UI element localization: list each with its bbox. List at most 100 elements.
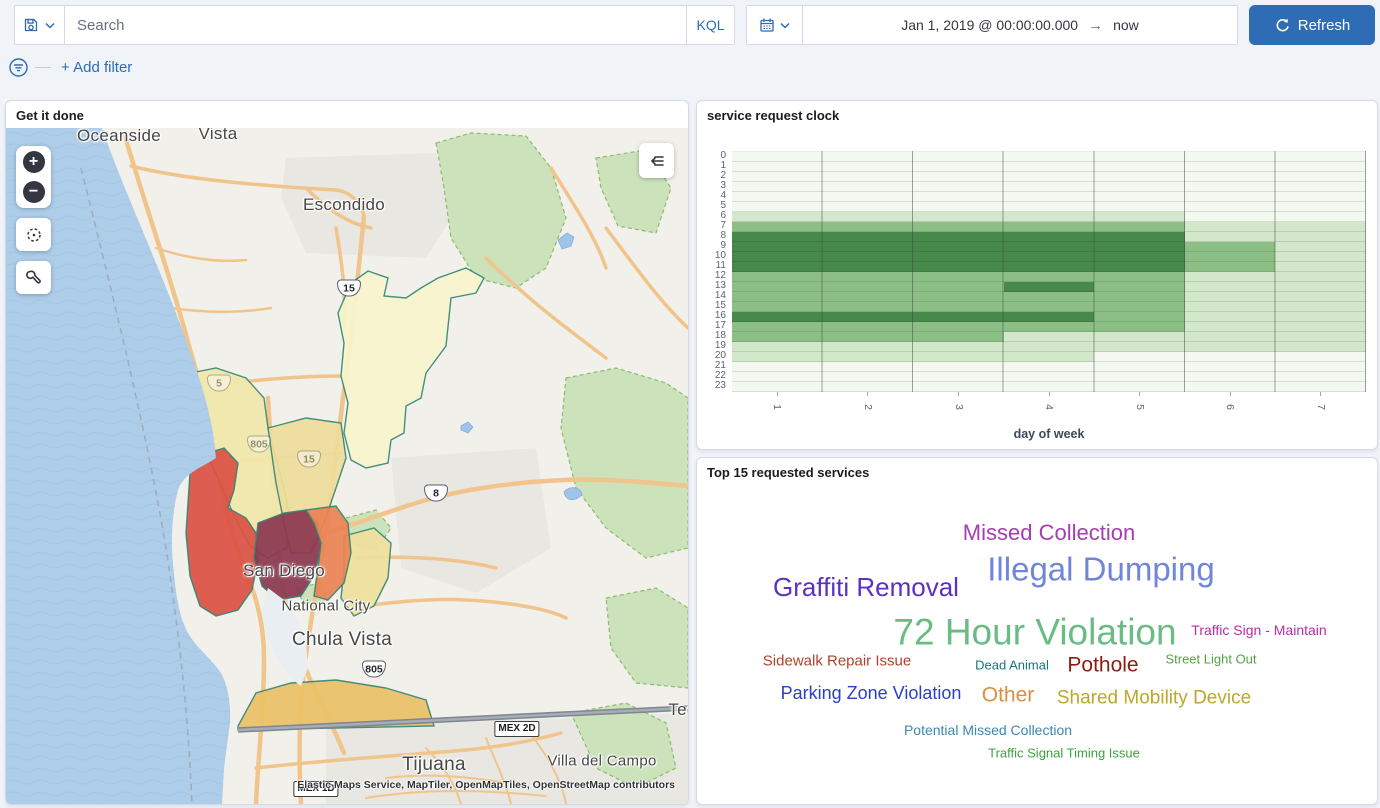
heatmap-cell[interactable] (1004, 322, 1095, 332)
heatmap-cell[interactable] (913, 332, 1004, 342)
heatmap-cell[interactable] (1275, 242, 1366, 252)
tagcloud-tag[interactable]: Shared Mobility Device (1057, 689, 1251, 708)
heatmap-cell[interactable] (732, 242, 823, 252)
heatmap-cell[interactable] (1185, 192, 1276, 202)
heatmap-cell[interactable] (1275, 282, 1366, 292)
filter-icon[interactable] (8, 57, 29, 78)
heatmap-cell[interactable] (823, 222, 914, 232)
heatmap-cell[interactable] (1275, 222, 1366, 232)
heatmap-cell[interactable] (1094, 252, 1185, 262)
heatmap-cell[interactable] (1275, 372, 1366, 382)
heatmap-cell[interactable] (1004, 372, 1095, 382)
heatmap-cell[interactable] (1185, 222, 1276, 232)
heatmap-cell[interactable] (1275, 322, 1366, 332)
heatmap-cell[interactable] (1185, 212, 1276, 222)
heatmap-cell[interactable] (823, 332, 914, 342)
heatmap-cell[interactable] (732, 172, 823, 182)
heatmap-cell[interactable] (1185, 382, 1276, 392)
heatmap-cell[interactable] (1185, 272, 1276, 282)
heatmap-cell[interactable] (1275, 152, 1366, 162)
heatmap-cell[interactable] (913, 232, 1004, 242)
heatmap-cell[interactable] (1004, 312, 1095, 322)
heatmap-cell[interactable] (913, 192, 1004, 202)
heatmap-cell[interactable] (732, 302, 823, 312)
heatmap-cell[interactable] (1004, 362, 1095, 372)
zoom-out-button[interactable]: − (19, 178, 49, 206)
heatmap-cell[interactable] (1185, 242, 1276, 252)
heatmap-cell[interactable] (1275, 342, 1366, 352)
heatmap-cell[interactable] (1094, 242, 1185, 252)
heatmap-cell[interactable] (913, 352, 1004, 362)
heatmap-cell[interactable] (823, 382, 914, 392)
heatmap-cell[interactable] (913, 362, 1004, 372)
heatmap-cell[interactable] (1275, 192, 1366, 202)
heatmap-cell[interactable] (1094, 182, 1185, 192)
tagcloud-tag[interactable]: Traffic Sign - Maintain (1191, 623, 1326, 637)
heatmap-cell[interactable] (1004, 352, 1095, 362)
heatmap-cell[interactable] (1185, 322, 1276, 332)
heatmap-cell[interactable] (913, 182, 1004, 192)
heatmap-cell[interactable] (1275, 332, 1366, 342)
heatmap-cell[interactable] (1004, 282, 1095, 292)
heatmap-cell[interactable] (913, 222, 1004, 232)
heatmap-cell[interactable] (1094, 342, 1185, 352)
heatmap-cell[interactable] (1094, 302, 1185, 312)
heatmap-cell[interactable] (823, 342, 914, 352)
heatmap-cell[interactable] (823, 362, 914, 372)
heatmap-cell[interactable] (732, 312, 823, 322)
heatmap-cell[interactable] (913, 252, 1004, 262)
heatmap-cell[interactable] (1185, 162, 1276, 172)
heatmap-cell[interactable] (732, 272, 823, 282)
heatmap-cell[interactable] (913, 322, 1004, 332)
heatmap-cell[interactable] (1094, 172, 1185, 182)
heatmap-cell[interactable] (1185, 152, 1276, 162)
heatmap-cell[interactable] (1094, 382, 1185, 392)
heatmap-cell[interactable] (823, 272, 914, 282)
heatmap-cell[interactable] (732, 332, 823, 342)
tagcloud-tag[interactable]: Sidewalk Repair Issue (763, 654, 911, 669)
heatmap-cell[interactable] (913, 242, 1004, 252)
heatmap-cell[interactable] (1275, 352, 1366, 362)
heatmap-cell[interactable] (913, 312, 1004, 322)
heatmap-cell[interactable] (1004, 382, 1095, 392)
heatmap-cell[interactable] (1275, 172, 1366, 182)
tagcloud-tag[interactable]: Dead Animal (975, 659, 1049, 672)
heatmap-cell[interactable] (1185, 252, 1276, 262)
heatmap-cell[interactable] (1185, 352, 1276, 362)
heatmap-cell[interactable] (1275, 212, 1366, 222)
heatmap-cell[interactable] (732, 322, 823, 332)
heatmap-cell[interactable] (732, 342, 823, 352)
heatmap-cell[interactable] (823, 212, 914, 222)
heatmap-cell[interactable] (1275, 362, 1366, 372)
tagcloud-tag[interactable]: Graffiti Removal (773, 574, 959, 600)
heatmap-cell[interactable] (823, 352, 914, 362)
heatmap-cell[interactable] (1004, 262, 1095, 272)
heatmap-cell[interactable] (732, 362, 823, 372)
heatmap-cell[interactable] (1004, 252, 1095, 262)
heatmap-cell[interactable] (1004, 302, 1095, 312)
heatmap-cell[interactable] (1004, 332, 1095, 342)
heatmap-cell[interactable] (1094, 292, 1185, 302)
zoom-in-button[interactable]: + (19, 148, 49, 176)
heatmap-cell[interactable] (913, 382, 1004, 392)
heatmap-cell[interactable] (732, 252, 823, 262)
heatmap-cell[interactable] (823, 162, 914, 172)
heatmap-cell[interactable] (1094, 152, 1185, 162)
heatmap-cell[interactable] (1185, 202, 1276, 212)
heatmap-cell[interactable] (1094, 312, 1185, 322)
heatmap-cell[interactable] (1185, 332, 1276, 342)
tagcloud-tag[interactable]: Other (982, 685, 1035, 706)
heatmap-cell[interactable] (1094, 362, 1185, 372)
heatmap-cell[interactable] (732, 202, 823, 212)
heatmap-cell[interactable] (823, 262, 914, 272)
heatmap-cell[interactable] (732, 192, 823, 202)
heatmap-cell[interactable] (1185, 312, 1276, 322)
collapse-legend-button[interactable] (639, 143, 674, 178)
heatmap-cell[interactable] (1094, 352, 1185, 362)
heatmap-cell[interactable] (823, 282, 914, 292)
heatmap-cell[interactable] (823, 182, 914, 192)
heatmap-cell[interactable] (1004, 192, 1095, 202)
heatmap-cell[interactable] (1094, 332, 1185, 342)
tagcloud-tag[interactable]: Traffic Signal Timing Issue (988, 747, 1140, 760)
heatmap-cell[interactable] (1185, 362, 1276, 372)
